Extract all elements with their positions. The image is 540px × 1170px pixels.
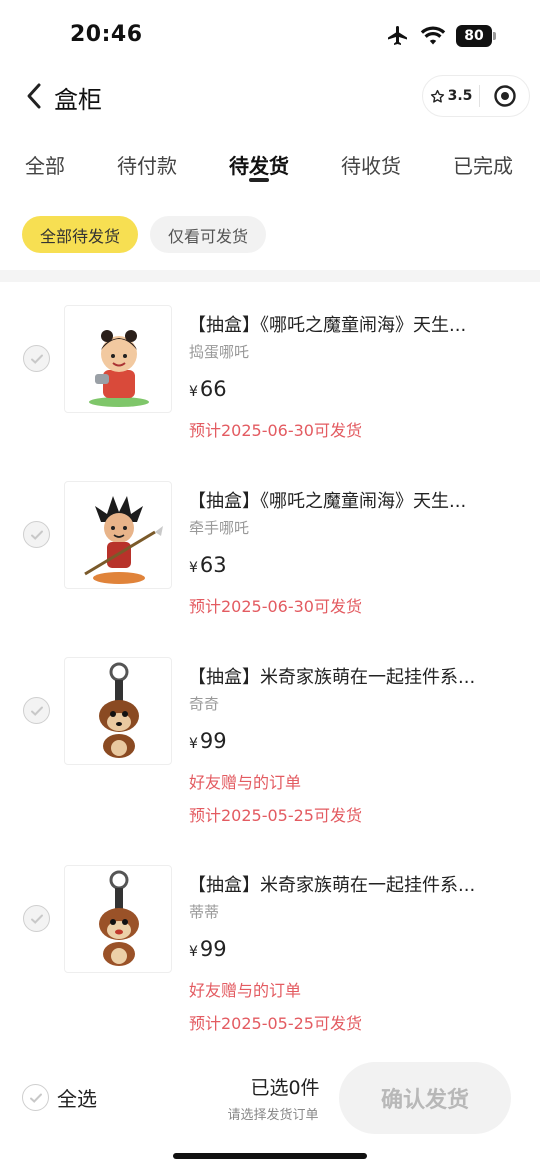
currency-symbol: ¥ xyxy=(189,560,198,576)
ship-date-note: 预计2025-05-25可发货 xyxy=(189,1014,362,1033)
product-title[interactable]: 【抽盒】米奇家族萌在一起挂件系... xyxy=(188,871,508,897)
battery-indicator: 80 xyxy=(456,25,496,47)
close-capsule-button[interactable] xyxy=(480,76,529,116)
check-icon xyxy=(30,706,43,716)
status-icons: 80 xyxy=(386,24,496,48)
check-icon xyxy=(29,1093,42,1103)
product-variant: 牵手哪吒 xyxy=(189,519,250,537)
home-indicator xyxy=(173,1153,367,1159)
tab-pending-receipt[interactable]: 待收货 xyxy=(341,150,401,179)
product-price: ¥99 xyxy=(189,937,227,961)
rating-value: 3.5 xyxy=(447,88,473,104)
price-value: 99 xyxy=(199,729,227,753)
selected-count: 已选0件 xyxy=(250,1077,320,1099)
check-icon xyxy=(30,530,43,540)
product-price: ¥66 xyxy=(189,377,227,401)
tab-pending-payment[interactable]: 待付款 xyxy=(117,150,177,179)
chevron-left-icon xyxy=(27,83,41,109)
selection-hint: 请选择发货订单 xyxy=(227,1108,319,1123)
ship-date-note: 预计2025-06-30可发货 xyxy=(189,421,362,440)
rating-button[interactable]: 3.5 xyxy=(423,76,479,116)
product-variant: 捣蛋哪吒 xyxy=(189,343,250,361)
product-price: ¥99 xyxy=(189,729,227,753)
product-image[interactable] xyxy=(64,865,172,973)
back-button[interactable] xyxy=(20,80,48,112)
select-all-control[interactable]: 全选 xyxy=(22,1083,97,1112)
filter-all-pending[interactable]: 全部待发货 xyxy=(22,216,139,253)
order-checkbox[interactable] xyxy=(23,521,50,548)
target-icon xyxy=(493,85,516,107)
currency-symbol: ¥ xyxy=(189,384,198,400)
product-variant: 奇奇 xyxy=(189,695,220,713)
tab-all[interactable]: 全部 xyxy=(25,150,65,179)
nezha-figure-image xyxy=(89,330,149,407)
confirm-shipment-button[interactable]: 确认发货 xyxy=(339,1062,511,1134)
order-checkbox[interactable] xyxy=(23,345,50,372)
check-icon xyxy=(30,914,43,924)
gift-order-note: 好友赠与的订单 xyxy=(189,773,302,792)
product-image[interactable] xyxy=(64,305,172,413)
order-checkbox[interactable] xyxy=(23,697,50,724)
price-value: 99 xyxy=(199,937,227,961)
active-tab-indicator xyxy=(249,178,269,182)
status-time: 20:46 xyxy=(70,22,143,47)
product-title[interactable]: 【抽盒】《哪吒之魔童闹海》天生... xyxy=(188,487,508,513)
price-value: 63 xyxy=(199,553,227,577)
ship-date-note: 预计2025-06-30可发货 xyxy=(189,597,362,616)
ship-date-note: 预计2025-05-25可发货 xyxy=(189,806,362,825)
product-image[interactable] xyxy=(64,481,172,589)
star-outline-icon xyxy=(430,89,444,103)
currency-symbol: ¥ xyxy=(189,944,198,960)
product-title[interactable]: 【抽盒】《哪吒之魔童闹海》天生... xyxy=(188,311,508,337)
filter-chips: 全部待发货 仅看可发货 xyxy=(22,216,267,253)
tab-completed[interactable]: 已完成 xyxy=(453,150,513,179)
select-all-label: 全选 xyxy=(57,1087,97,1111)
currency-symbol: ¥ xyxy=(189,736,198,752)
battery-level: 80 xyxy=(464,28,484,44)
mini-program-capsule: 3.5 xyxy=(422,75,530,117)
gift-order-note: 好友赠与的订单 xyxy=(189,981,302,1000)
product-image[interactable] xyxy=(64,657,172,765)
check-icon xyxy=(30,354,43,364)
wifi-icon xyxy=(420,26,446,45)
airplane-icon xyxy=(388,26,407,45)
tab-pending-shipment[interactable]: 待发货 xyxy=(229,150,289,179)
order-status-tabs: 全部 待付款 待发货 待收货 已完成 xyxy=(0,140,540,190)
product-price: ¥63 xyxy=(189,553,227,577)
nezha-spear-figure-image xyxy=(84,496,163,584)
dale-keychain-image xyxy=(99,870,139,966)
status-bar: 20:46 80 xyxy=(0,0,540,70)
chip-keychain-image xyxy=(99,662,139,758)
product-variant: 蒂蒂 xyxy=(189,903,220,921)
price-value: 66 xyxy=(199,377,227,401)
page-title: 盒柜 xyxy=(54,86,102,114)
product-title[interactable]: 【抽盒】米奇家族萌在一起挂件系... xyxy=(188,663,508,689)
filter-shippable-only[interactable]: 仅看可发货 xyxy=(150,216,267,253)
select-all-checkbox[interactable] xyxy=(22,1084,49,1111)
order-checkbox[interactable] xyxy=(23,905,50,932)
header: 盒柜 3.5 xyxy=(0,70,540,124)
section-divider xyxy=(0,270,540,282)
